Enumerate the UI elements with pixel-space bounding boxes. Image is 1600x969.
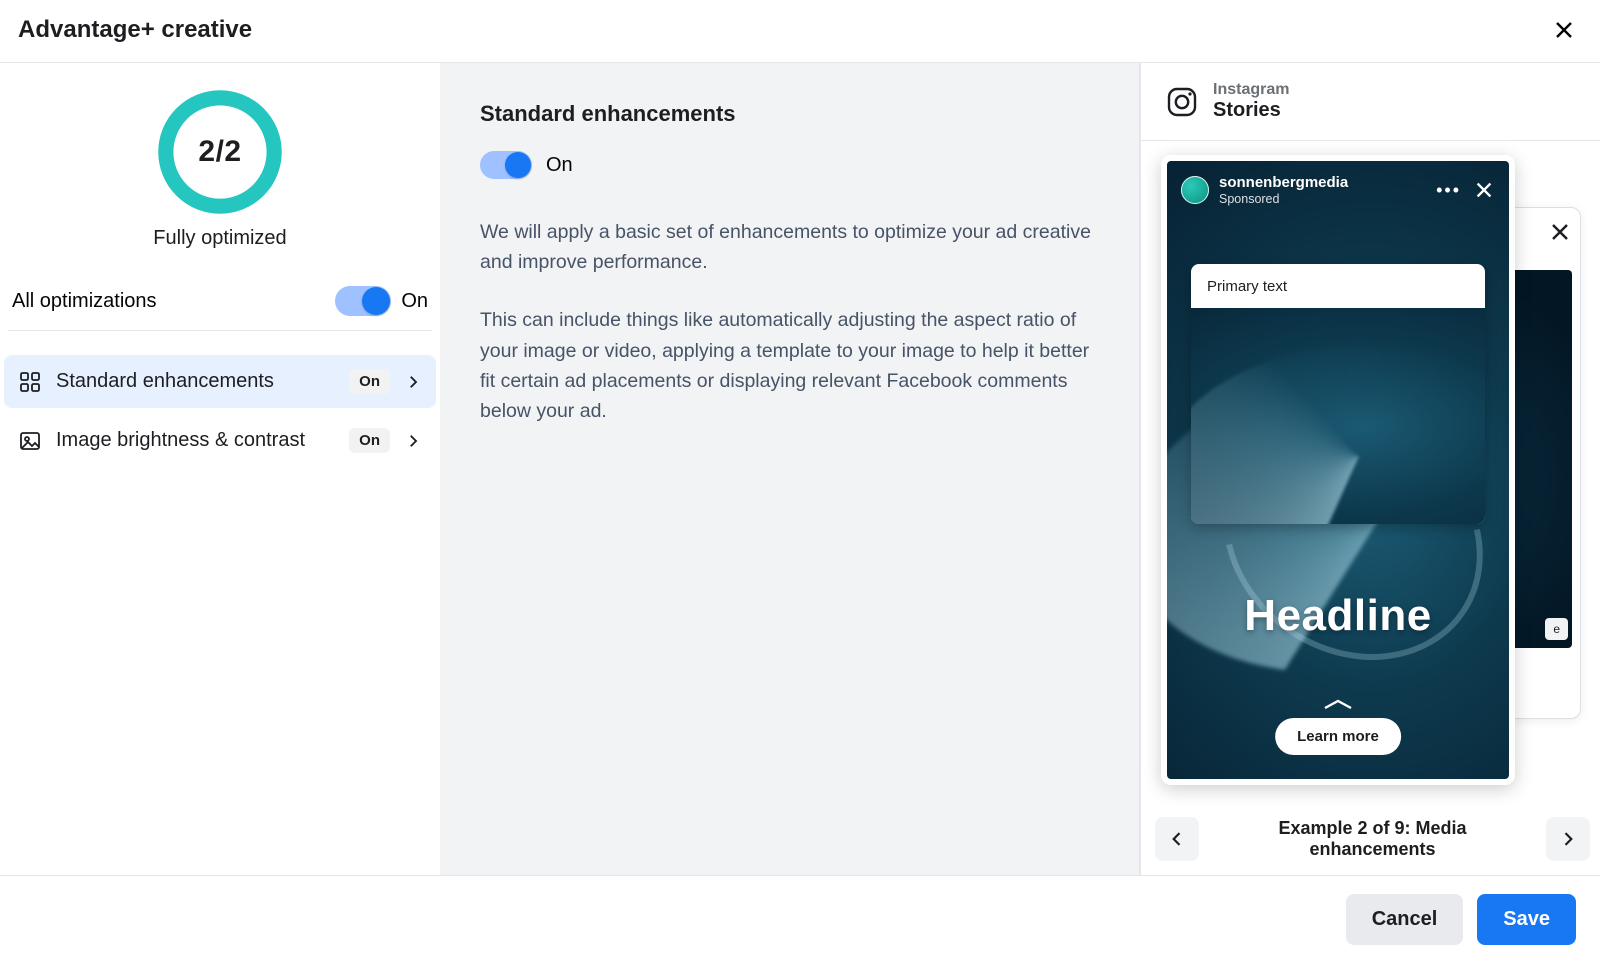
- all-optimizations-toggle[interactable]: [335, 286, 391, 316]
- all-optimizations-row: All optimizations On: [8, 272, 432, 331]
- close-button[interactable]: [1550, 16, 1578, 44]
- preview-platform: Instagram: [1213, 81, 1289, 99]
- sidebar-item-label: Image brightness & contrast: [56, 429, 335, 452]
- all-optimizations-label: All optimizations: [12, 290, 157, 313]
- learn-more-button[interactable]: Learn more: [1275, 718, 1401, 755]
- sidebar-item-brightness-contrast[interactable]: Image brightness & contrast On: [4, 414, 436, 467]
- standard-enhancements-toggle[interactable]: [480, 151, 532, 179]
- pager-caption: Example 2 of 9: Media enhancements: [1213, 818, 1532, 860]
- chevron-up-icon: [1322, 697, 1354, 711]
- headline-text: Headline: [1167, 591, 1509, 641]
- sidebar-item-standard-enhancements[interactable]: Standard enhancements On: [4, 355, 436, 408]
- more-icon[interactable]: •••: [1436, 180, 1461, 201]
- chevron-right-icon: [404, 432, 422, 450]
- account-username: sonnenbergmedia: [1219, 175, 1426, 192]
- prev-example-button[interactable]: [1155, 817, 1199, 861]
- modal-title: Advantage+ creative: [18, 16, 252, 44]
- status-badge: On: [349, 428, 390, 453]
- save-button[interactable]: Save: [1477, 894, 1576, 945]
- chevron-right-icon: [404, 373, 422, 391]
- account-sponsored-tag: Sponsored: [1219, 192, 1426, 206]
- preview-placement: Stories: [1213, 99, 1289, 122]
- detail-paragraph-2: This can include things like automatical…: [480, 305, 1099, 426]
- next-example-button[interactable]: [1546, 817, 1590, 861]
- avatar: [1181, 176, 1209, 204]
- story-preview-card: sonnenbergmedia Sponsored ••• Primary te…: [1161, 155, 1515, 785]
- background-cta-hint: e: [1545, 618, 1568, 640]
- close-icon[interactable]: [1473, 179, 1495, 201]
- primary-text-card: Primary text: [1191, 264, 1485, 524]
- detail-paragraph-1: We will apply a basic set of enhancement…: [480, 217, 1099, 277]
- detail-title: Standard enhancements: [480, 101, 1099, 127]
- instagram-icon: [1165, 85, 1199, 119]
- sidebar-item-label: Standard enhancements: [56, 370, 335, 393]
- cancel-button[interactable]: Cancel: [1346, 894, 1464, 945]
- gauge-caption: Fully optimized: [153, 227, 286, 250]
- status-badge: On: [349, 369, 390, 394]
- primary-text-label: Primary text: [1191, 264, 1485, 309]
- image-icon: [18, 429, 42, 453]
- close-icon[interactable]: [1548, 220, 1572, 244]
- all-optimizations-state: On: [401, 290, 428, 313]
- optimization-gauge: 2/2: [155, 87, 285, 217]
- grid-icon: [18, 370, 42, 394]
- standard-enhancements-state: On: [546, 154, 573, 177]
- gauge-count: 2/2: [155, 87, 285, 217]
